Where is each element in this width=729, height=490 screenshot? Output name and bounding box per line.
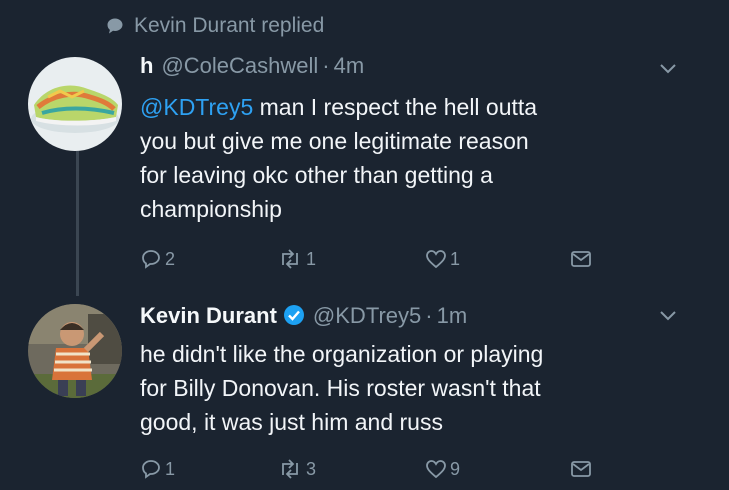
chevron-down-icon[interactable] (659, 309, 677, 327)
tweet-text-line: good, it was just him and russ (140, 409, 443, 435)
separator-dot: · (425, 303, 433, 328)
tweet-text-line: he didn't like the organization or playi… (140, 341, 544, 367)
verified-badge-icon (283, 304, 305, 332)
tweet-text-line: for Billy Donovan. His roster wasn't tha… (140, 375, 541, 401)
like-count: 1 (450, 248, 461, 269)
envelope-icon (570, 458, 592, 480)
reply-icon (140, 458, 162, 480)
user-handle[interactable]: @ColeCashwell (161, 53, 318, 79)
like-button[interactable]: 1 (425, 248, 460, 270)
mention-link[interactable]: @KDTrey5 (140, 94, 253, 120)
reply-icon (140, 248, 162, 270)
tweet-text: @KDTrey5 man I respect the hell outta yo… (140, 90, 537, 226)
reply-button[interactable]: 1 (140, 458, 175, 480)
separator-dot: · (322, 53, 330, 78)
timestamp[interactable]: 4m (334, 53, 365, 79)
heart-icon (425, 458, 447, 480)
display-name[interactable]: Kevin Durant (140, 303, 277, 329)
reply-button[interactable]: 2 (140, 248, 175, 270)
retweet-icon (277, 248, 303, 270)
timestamp[interactable]: 1m (437, 303, 468, 329)
retweet-button[interactable]: 3 (277, 458, 316, 480)
user-handle[interactable]: @KDTrey5 (313, 303, 421, 329)
reply-count: 1 (165, 458, 176, 479)
tweet-text-line: championship (140, 196, 282, 222)
reply-context-text: Kevin Durant replied (134, 14, 325, 37)
speech-bubble-icon (106, 17, 124, 35)
like-button[interactable]: 9 (425, 458, 460, 480)
tweet-actions: 2 1 1 (140, 248, 600, 278)
retweet-count: 1 (306, 248, 317, 269)
reply-context: Kevin Durant replied (106, 14, 324, 38)
sneaker-avatar[interactable] (28, 57, 122, 151)
child-photo-avatar[interactable] (28, 304, 122, 398)
tweet-text-line: for leaving okc other than getting a (140, 162, 493, 188)
direct-message-button[interactable] (570, 248, 592, 270)
text-segment: man I respect the hell outta (253, 94, 538, 120)
tweet-text-line: you but give me one legitimate reason (140, 128, 529, 154)
thread-connector-line (76, 150, 79, 296)
heart-icon (425, 248, 447, 270)
direct-message-button[interactable] (570, 458, 592, 480)
retweet-count: 3 (306, 458, 317, 479)
tweet-actions: 1 3 9 (140, 458, 600, 488)
display-name[interactable]: h (140, 53, 153, 79)
envelope-icon (570, 248, 592, 270)
chevron-down-icon[interactable] (659, 62, 677, 80)
reply-count: 2 (165, 248, 176, 269)
tweet-text-line: @KDTrey5 man I respect the hell outta (140, 90, 537, 124)
tweet-text: he didn't like the organization or playi… (140, 337, 543, 439)
retweet-icon (277, 458, 303, 480)
like-count: 9 (450, 458, 461, 479)
retweet-button[interactable]: 1 (277, 248, 316, 270)
